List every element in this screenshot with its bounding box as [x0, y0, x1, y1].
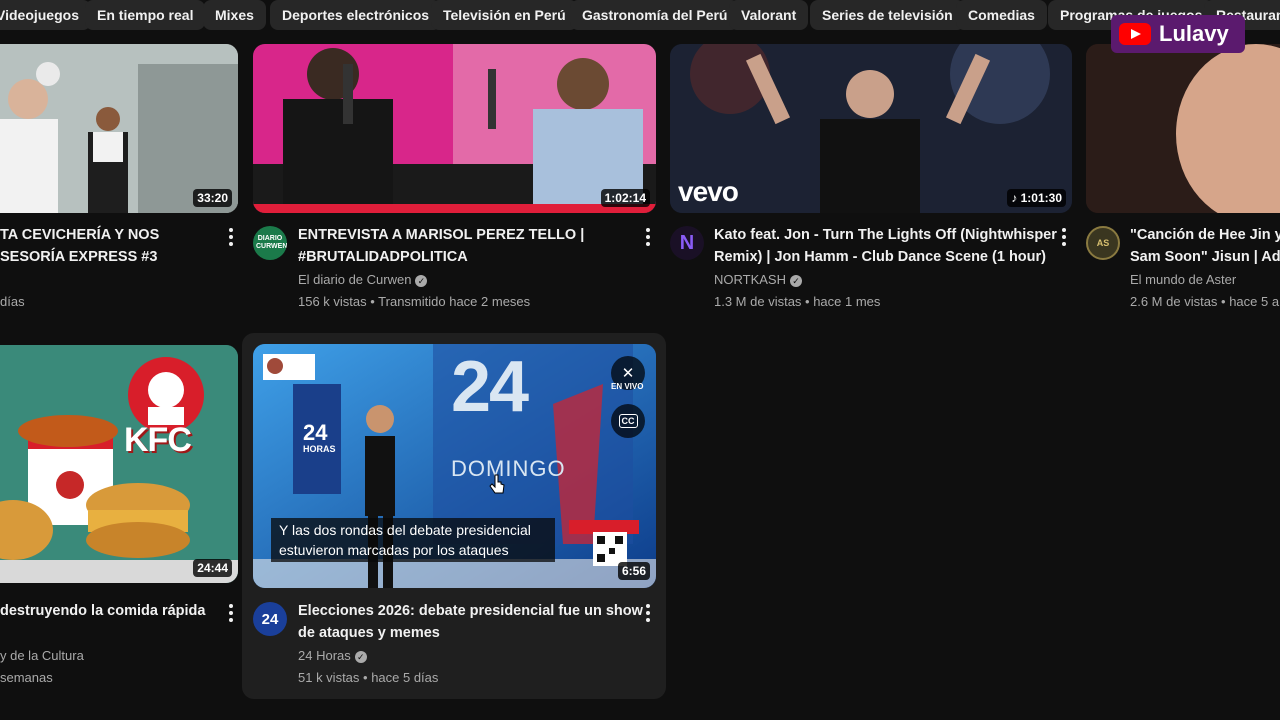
filter-chips-bar: Videojuegos En tiempo real Mixes Deporte… — [0, 0, 1280, 32]
more-options-icon[interactable] — [221, 601, 241, 625]
watermark-text: Lulavy — [1159, 21, 1229, 46]
channel-name[interactable]: El mundo de Aster — [1130, 272, 1236, 287]
fried-chicken-illustration — [0, 345, 238, 583]
chip-comedias[interactable]: Comedias — [956, 0, 1047, 30]
chip-deportes-electronicos[interactable]: Deportes electrónicos — [270, 0, 442, 30]
video-thumbnail[interactable]: vevo ♪ 1:01:30 — [670, 44, 1072, 213]
video-thumbnail[interactable]: 33:20 — [0, 44, 238, 213]
thumb-small-number: 24 — [303, 420, 328, 445]
more-options-icon[interactable] — [638, 601, 658, 625]
closed-captions-icon: CC — [618, 414, 638, 428]
podcast-interview-illustration — [253, 44, 656, 213]
channel-avatar[interactable]: DIARIO CURWEN — [253, 226, 287, 260]
closed-captions-button[interactable]: CC — [611, 404, 645, 438]
channel-name-row[interactable]: 24 Horas ✓ — [298, 648, 367, 663]
channel-avatar[interactable]: 24 — [253, 602, 287, 636]
channel-name-row[interactable]: NORTKASH ✓ — [714, 272, 802, 287]
more-options-icon[interactable] — [221, 225, 241, 249]
youtube-play-icon — [1119, 23, 1151, 45]
video-duration: ♪ 1:01:30 — [1007, 189, 1066, 207]
video-title-line1[interactable]: "Canción de Hee Jin y J — [1130, 224, 1280, 246]
vevo-logo: vevo — [678, 176, 739, 207]
live-label: EN VIVO — [611, 382, 644, 391]
caption-line2: estuvieron marcadas por los ataques — [279, 542, 509, 558]
video-title-line1[interactable]: TA CEVICHERÍA Y NOS — [0, 224, 159, 246]
channel-avatar[interactable]: AS — [1086, 226, 1120, 260]
channel-name[interactable]: y de la Cultura — [0, 648, 84, 663]
chip-en-tiempo-real[interactable]: En tiempo real — [85, 0, 206, 30]
kfc-logo-text: KFC — [124, 421, 192, 459]
chip-series-de-television[interactable]: Series de televisión — [810, 0, 965, 30]
thumb-big-number: 24 — [451, 347, 529, 427]
thumb-small-label: HORAS — [303, 444, 336, 454]
video-duration: 33:20 — [193, 189, 232, 207]
video-stats: semanas — [0, 670, 53, 685]
caption-overlay: Y las dos rondas del debate presidencial… — [271, 518, 555, 562]
video-stats: 2.6 M de vistas • hace 5 añ — [1130, 294, 1280, 309]
video-thumbnail[interactable] — [1086, 44, 1280, 213]
chip-mixes[interactable]: Mixes — [203, 0, 266, 30]
video-title-line1[interactable]: ENTREVISTA A MARISOL PEREZ TELLO | — [298, 224, 584, 246]
channel-name[interactable]: El diario de Curwen — [298, 272, 411, 287]
video-title-line2[interactable]: SESORÍA EXPRESS #3 — [0, 246, 157, 268]
caption-line1: Y las dos rondas del debate presidencial — [279, 522, 531, 538]
video-title-line2[interactable]: Remix) | Jon Hamm - Club Dance Scene (1 … — [714, 246, 1046, 268]
more-options-icon[interactable] — [1054, 225, 1074, 249]
video-stats: 1.3 M de vistas • hace 1 mes — [714, 294, 881, 309]
video-title-line2[interactable]: Sam Soon" Jisun | Adió — [1130, 246, 1280, 268]
video-thumbnail-preview[interactable]: 24 DOMINGO 24 HORAS Y las dos rondas del… — [253, 344, 656, 588]
chip-gastronomia-del-peru[interactable]: Gastronomía del Perú — [570, 0, 740, 30]
video-title-line1[interactable]: Kato feat. Jon - Turn The Lights Off (Ni… — [714, 224, 1057, 246]
verified-check-icon: ✓ — [354, 650, 367, 663]
verified-check-icon: ✓ — [415, 274, 428, 287]
thumb-domingo-text: DOMINGO — [451, 456, 566, 481]
chip-television-en-peru[interactable]: Televisión en Perú — [431, 0, 578, 30]
channel-name[interactable]: NORTKASH — [714, 272, 786, 287]
video-stats: días — [0, 294, 25, 309]
channel-watermark: Lulavy — [1111, 15, 1245, 53]
video-thumbnail[interactable]: KFC 24:44 — [0, 345, 238, 583]
channel-name-row[interactable]: El diario de Curwen ✓ — [298, 272, 428, 287]
video-thumbnail[interactable]: 1:02:14 — [253, 44, 656, 213]
video-stats: 156 k vistas • Transmitido hace 2 meses — [298, 294, 531, 309]
more-options-icon[interactable] — [638, 225, 658, 249]
video-title-line1[interactable]: Elecciones 2026: debate presidencial fue… — [298, 600, 643, 622]
video-stats: 51 k vistas • hace 5 días — [298, 670, 439, 685]
verified-check-icon: ✓ — [790, 274, 802, 287]
chip-videojuegos[interactable]: Videojuegos — [0, 0, 91, 30]
video-duration: 6:56 — [617, 562, 650, 580]
drama-scene-illustration — [1086, 44, 1280, 213]
video-duration: 24:44 — [193, 559, 232, 577]
channel-avatar[interactable]: N — [670, 226, 704, 260]
video-title-line2[interactable]: #BRUTALIDADPOLITICA — [298, 246, 468, 268]
chip-valorant[interactable]: Valorant — [729, 0, 809, 30]
video-title-line1[interactable]: destruyendo la comida rápida — [0, 600, 205, 622]
video-duration: 1:02:14 — [600, 189, 650, 207]
kitchen-scene-illustration — [0, 44, 238, 213]
video-title-line2[interactable]: de ataques y memes — [298, 622, 440, 644]
channel-name[interactable]: 24 Horas — [298, 648, 351, 663]
mouse-cursor-icon — [489, 474, 505, 494]
